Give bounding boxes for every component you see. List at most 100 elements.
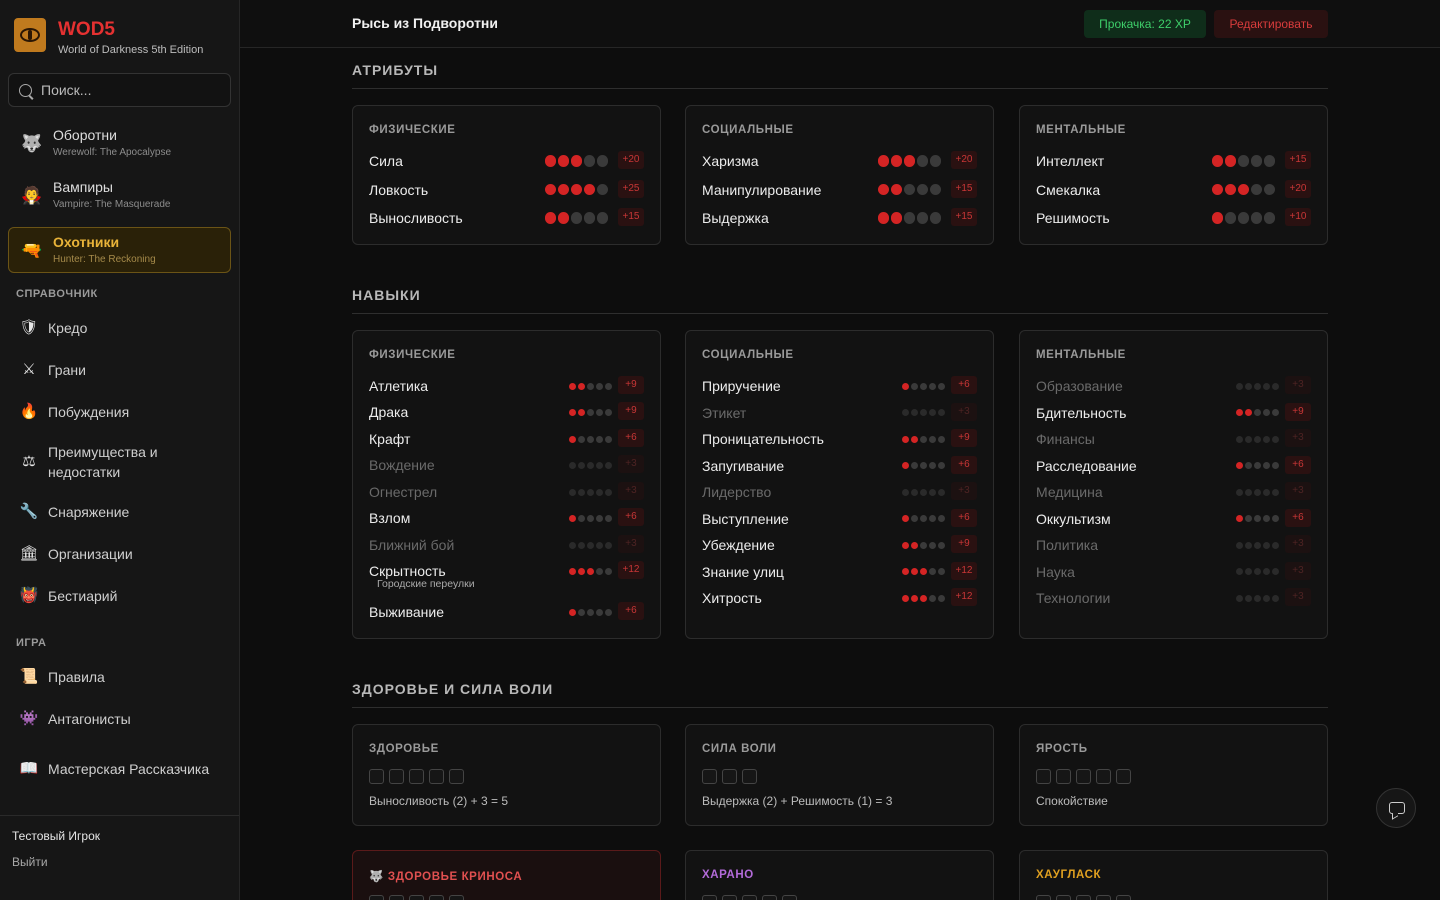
trait-dot[interactable] [902, 541, 909, 549]
trait-dot[interactable] [911, 541, 918, 549]
trait-dot[interactable] [938, 462, 945, 469]
trait-dot[interactable] [1272, 515, 1279, 522]
trait-row[interactable]: Смекалка +20 [1036, 179, 1311, 206]
tracker-box[interactable] [409, 895, 424, 900]
tracker-box[interactable] [702, 769, 717, 784]
trait-dot[interactable] [916, 212, 928, 224]
trait-dot[interactable] [569, 514, 576, 522]
trait-dot[interactable] [938, 435, 945, 443]
trait-dot[interactable] [1211, 212, 1223, 224]
tracker-box[interactable] [742, 895, 757, 900]
trait-dot[interactable] [920, 409, 927, 416]
trait-dot[interactable] [929, 435, 936, 443]
trait-dots[interactable] [567, 459, 612, 471]
trait-dot[interactable] [1211, 155, 1223, 167]
trait-dot[interactable] [544, 155, 556, 167]
trait-dot[interactable] [902, 515, 909, 522]
trait-dots[interactable] [567, 486, 612, 498]
trait-dot[interactable] [916, 155, 928, 167]
trait-dots[interactable] [876, 212, 941, 224]
trait-dot[interactable] [1236, 435, 1243, 443]
trait-dot[interactable] [570, 212, 582, 224]
trait-dots[interactable] [1210, 183, 1275, 196]
trait-dot[interactable] [1254, 541, 1261, 549]
trait-row[interactable]: Огнестрел +3 [369, 482, 644, 508]
tracker-box[interactable] [1056, 895, 1071, 900]
trait-dot[interactable] [587, 408, 594, 416]
trait-dot[interactable] [938, 568, 945, 575]
trait-row[interactable]: Расследование +6 [1036, 455, 1311, 482]
trait-row[interactable]: Манипулирование +15 [702, 179, 977, 206]
trait-row[interactable]: Решимость +10 [1036, 208, 1311, 234]
trait-row[interactable]: Технологии +3 [1036, 588, 1311, 614]
trait-dot[interactable] [1245, 568, 1252, 575]
tracker-box[interactable] [429, 895, 444, 900]
trait-dot[interactable] [596, 382, 603, 390]
trait-dot[interactable] [929, 488, 936, 496]
trait-row[interactable]: Знание улиц +12 [702, 561, 977, 588]
trait-dot[interactable] [903, 155, 915, 167]
trait-dot[interactable] [1263, 212, 1275, 224]
trait-dot[interactable] [1263, 382, 1270, 390]
trait-dot[interactable] [1254, 515, 1261, 522]
trait-dot[interactable] [903, 212, 915, 224]
tracker-box[interactable] [722, 769, 737, 784]
trait-dot[interactable] [596, 183, 608, 196]
trait-dot[interactable] [578, 541, 585, 549]
trait-dot[interactable] [583, 183, 595, 196]
sidebar-item-monster[interactable]: 👾 Антагонисты [8, 701, 231, 737]
trait-dot[interactable] [903, 183, 915, 196]
trait-dot[interactable] [1236, 515, 1243, 522]
trait-dot[interactable] [596, 608, 603, 616]
tracker-box[interactable] [449, 769, 464, 784]
trait-dots[interactable] [900, 486, 945, 498]
trait-dot[interactable] [1254, 462, 1261, 469]
trait-dot[interactable] [1272, 409, 1279, 416]
tracker-box[interactable] [389, 769, 404, 784]
trait-dots[interactable] [543, 183, 608, 196]
trait-row[interactable]: Медицина +3 [1036, 482, 1311, 508]
trait-row[interactable]: Хитрость +12 [702, 588, 977, 614]
trait-dot[interactable] [929, 212, 941, 224]
trait-dot[interactable] [911, 594, 918, 602]
trait-dot[interactable] [938, 488, 945, 496]
trait-dots[interactable] [1234, 513, 1279, 525]
trait-dot[interactable] [587, 541, 594, 549]
trait-dot[interactable] [596, 567, 603, 575]
trait-dot[interactable] [1250, 155, 1262, 167]
trait-dots[interactable] [567, 433, 612, 445]
trait-dot[interactable] [929, 541, 936, 549]
trait-dot[interactable] [569, 461, 576, 469]
trait-dot[interactable] [938, 515, 945, 522]
trait-dot[interactable] [920, 488, 927, 496]
trait-dot[interactable] [569, 608, 576, 616]
sidebar-item-scales[interactable]: ⚖ Преимущества и недостатки [8, 440, 231, 484]
trait-dot[interactable] [929, 515, 936, 522]
tracker-box[interactable] [702, 895, 717, 900]
trait-dots[interactable] [900, 407, 945, 419]
tracker-box[interactable] [429, 769, 444, 784]
trait-dot[interactable] [1263, 541, 1270, 549]
trait-row[interactable]: Политика +3 [1036, 535, 1311, 561]
trait-dots[interactable] [543, 155, 608, 167]
trait-dot[interactable] [596, 488, 603, 496]
trait-dot[interactable] [911, 568, 918, 575]
trait-dot[interactable] [605, 435, 612, 443]
trait-dot[interactable] [1245, 541, 1252, 549]
trait-dot[interactable] [569, 541, 576, 549]
trait-dot[interactable] [605, 488, 612, 496]
trait-dots[interactable] [900, 433, 945, 445]
trait-dot[interactable] [1263, 183, 1275, 196]
trait-dots[interactable] [876, 155, 941, 167]
edit-button[interactable]: Редактировать [1214, 10, 1328, 38]
sidebar-item-fire[interactable]: 🔥 Побуждения [8, 394, 231, 430]
trait-dot[interactable] [1254, 568, 1261, 575]
trait-dot[interactable] [902, 568, 909, 575]
trait-dot[interactable] [605, 567, 612, 575]
trait-dot[interactable] [1272, 435, 1279, 443]
trait-dot[interactable] [569, 488, 576, 496]
trait-dot[interactable] [1263, 462, 1270, 469]
trait-dots[interactable] [1234, 460, 1279, 472]
trait-dots[interactable] [900, 380, 945, 392]
trait-row[interactable]: Проницательность +9 [702, 429, 977, 455]
